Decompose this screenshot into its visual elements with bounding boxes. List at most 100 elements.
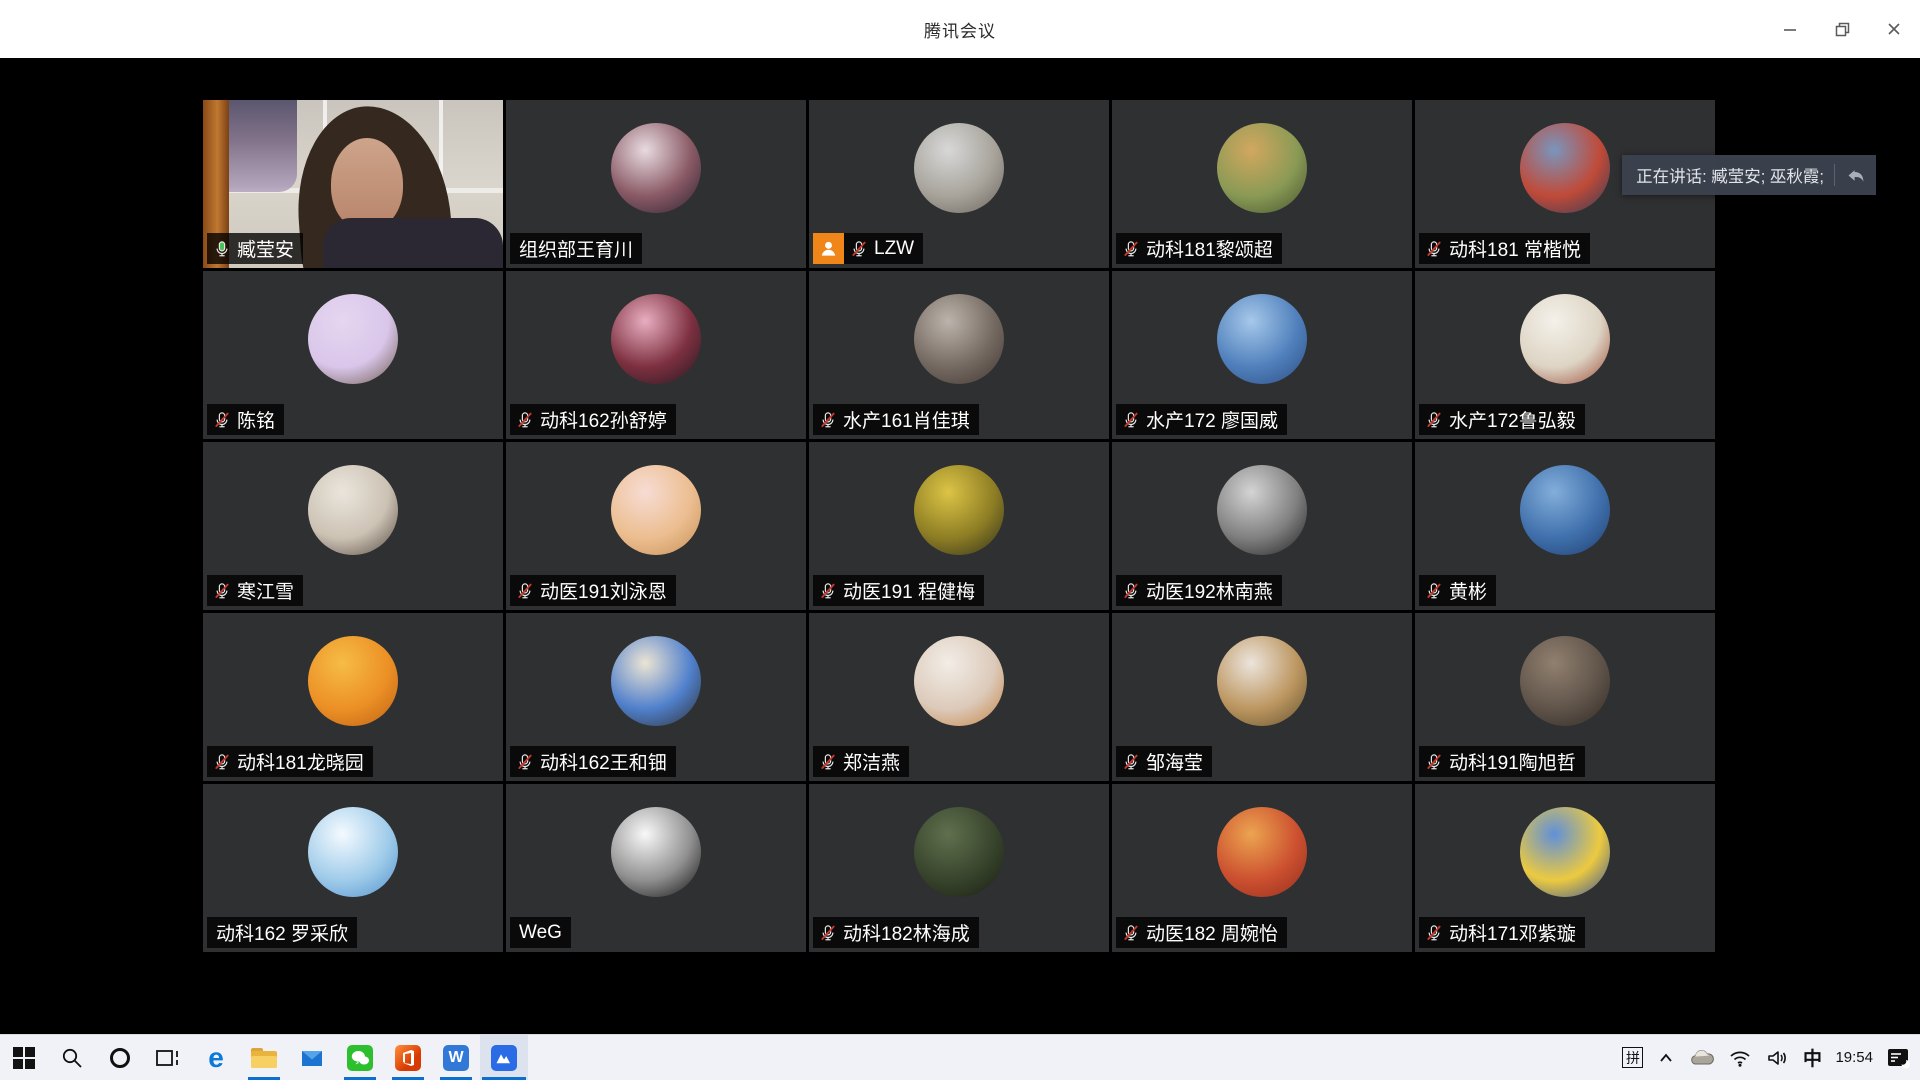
window-title: 腾讯会议 bbox=[924, 17, 996, 42]
mic-muted-icon bbox=[1122, 924, 1140, 942]
participant-tile[interactable]: 动科191陶旭哲 bbox=[1415, 613, 1715, 781]
participant-tile[interactable]: 水产161肖佳琪 bbox=[809, 271, 1109, 439]
search-taskbar-button[interactable] bbox=[48, 1035, 96, 1080]
participant-name: 动医182 周婉怡 bbox=[1146, 919, 1278, 946]
taskview-taskbar-button[interactable] bbox=[144, 1035, 192, 1080]
participant-tile[interactable]: 动医192林南燕 bbox=[1112, 442, 1412, 610]
mic-muted-icon bbox=[1425, 411, 1443, 429]
participant-tile[interactable]: 组织部王育川 bbox=[506, 100, 806, 268]
participant-name: 组织部王育川 bbox=[519, 235, 633, 262]
onedrive-tray-item[interactable] bbox=[1689, 1035, 1715, 1080]
wechat-taskbar-button[interactable] bbox=[336, 1035, 384, 1080]
participant-tile[interactable]: 动医191 程健梅 bbox=[809, 442, 1109, 610]
participant-avatar bbox=[1520, 294, 1610, 384]
office-taskbar-button[interactable] bbox=[384, 1035, 432, 1080]
close-icon bbox=[1887, 22, 1901, 36]
file-explorer-icon bbox=[251, 1048, 277, 1068]
participant-tile-video[interactable]: 臧莹安 bbox=[203, 100, 503, 268]
participant-avatar bbox=[1520, 465, 1610, 555]
mic-muted-icon bbox=[516, 411, 534, 429]
participant-label: 动科181 常楷悦 bbox=[1419, 233, 1590, 264]
participant-name: 动科171邓紫璇 bbox=[1449, 919, 1576, 946]
clock-tray-item[interactable]: 19:54 bbox=[1835, 1035, 1873, 1080]
edge-taskbar-button[interactable]: e bbox=[192, 1035, 240, 1080]
participant-tile[interactable]: 黄彬 bbox=[1415, 442, 1715, 610]
participant-name: 动医191刘泳恩 bbox=[540, 577, 667, 604]
participant-tile[interactable]: 动科162 罗采欣 bbox=[203, 784, 503, 952]
participant-avatar bbox=[308, 636, 398, 726]
participant-tile[interactable]: 邹海莹 bbox=[1112, 613, 1412, 781]
mic-muted-icon bbox=[819, 753, 837, 771]
participant-label: WeG bbox=[510, 917, 571, 948]
participant-tile[interactable]: 水产172鲁弘毅 bbox=[1415, 271, 1715, 439]
participant-tile[interactable]: 动科181黎颂超 bbox=[1112, 100, 1412, 268]
participant-tile[interactable]: 寒江雪 bbox=[203, 442, 503, 610]
mail-taskbar-button[interactable] bbox=[288, 1035, 336, 1080]
participant-avatar bbox=[611, 807, 701, 897]
mic-muted-icon bbox=[1425, 582, 1443, 600]
close-button[interactable] bbox=[1868, 0, 1920, 58]
participant-avatar bbox=[611, 636, 701, 726]
participant-tile[interactable]: 郑洁燕 bbox=[809, 613, 1109, 781]
participant-tile[interactable]: 动科171邓紫璇 bbox=[1415, 784, 1715, 952]
mic-muted-icon bbox=[1122, 753, 1140, 771]
minimize-button[interactable] bbox=[1764, 0, 1816, 58]
participant-name: 黄彬 bbox=[1449, 577, 1487, 604]
participant-tile[interactable]: 陈铭 bbox=[203, 271, 503, 439]
mic-muted-icon bbox=[1122, 240, 1140, 258]
participant-label: 寒江雪 bbox=[207, 575, 303, 606]
participant-tile[interactable]: 动科162孙舒婷 bbox=[506, 271, 806, 439]
participant-label: 动科162孙舒婷 bbox=[510, 404, 676, 435]
participant-name: 陈铭 bbox=[237, 406, 275, 433]
participant-tile[interactable]: 动科181龙晓园 bbox=[203, 613, 503, 781]
participant-label: 水产172 廖国威 bbox=[1116, 404, 1287, 435]
volume-tray-item[interactable] bbox=[1765, 1035, 1789, 1080]
action-center-tray-item[interactable] bbox=[1886, 1035, 1910, 1080]
participant-name: 水产161肖佳琪 bbox=[843, 406, 970, 433]
participant-label: 陈铭 bbox=[207, 404, 284, 435]
participant-tile[interactable]: 水产172 廖国威 bbox=[1112, 271, 1412, 439]
participant-name: 动医191 程健梅 bbox=[843, 577, 975, 604]
ime-pinyin-tray-item[interactable]: 拼 bbox=[1622, 1035, 1643, 1080]
restore-button[interactable] bbox=[1816, 0, 1868, 58]
mic-muted-icon bbox=[819, 411, 837, 429]
wifi-tray-item[interactable] bbox=[1728, 1035, 1752, 1080]
participant-label: 水产161肖佳琪 bbox=[813, 404, 979, 435]
participant-avatar bbox=[308, 465, 398, 555]
meeting-taskbar-button[interactable] bbox=[480, 1035, 528, 1080]
participant-label: 动医182 周婉怡 bbox=[1116, 917, 1287, 948]
speaking-toast-text: 正在讲话: 臧莹安; 巫秋霞; bbox=[1636, 163, 1824, 187]
reply-arrow-icon[interactable] bbox=[1845, 165, 1866, 186]
participant-tile[interactable]: LZW bbox=[809, 100, 1109, 268]
participant-label: 水产172鲁弘毅 bbox=[1419, 404, 1585, 435]
ime-pinyin-icon: 拼 bbox=[1622, 1047, 1643, 1068]
participant-tile[interactable]: WeG bbox=[506, 784, 806, 952]
explorer-taskbar-button[interactable] bbox=[240, 1035, 288, 1080]
participant-label: 动科181龙晓园 bbox=[207, 746, 373, 777]
start-taskbar-button[interactable] bbox=[0, 1035, 48, 1080]
participant-tile[interactable]: 动科162王和钿 bbox=[506, 613, 806, 781]
participant-avatar bbox=[914, 636, 1004, 726]
speaking-toast: 正在讲话: 臧莹安; 巫秋霞; bbox=[1622, 155, 1876, 195]
participant-label: LZW bbox=[813, 233, 923, 264]
wps-taskbar-button[interactable]: W bbox=[432, 1035, 480, 1080]
tray-chevron-tray-item[interactable] bbox=[1656, 1035, 1676, 1080]
meeting-stage: 臧莹安组织部王育川 LZW 动科181黎颂超动科181 常楷悦陈铭 动科162孙舒婷 水… bbox=[0, 58, 1920, 1034]
participant-avatar bbox=[308, 294, 398, 384]
wps-icon: W bbox=[443, 1045, 469, 1071]
participant-tile[interactable]: 动医191刘泳恩 bbox=[506, 442, 806, 610]
participant-label: 动科162王和钿 bbox=[510, 746, 676, 777]
participant-name: 动医192林南燕 bbox=[1146, 577, 1273, 604]
participant-name: 动科182林海成 bbox=[843, 919, 970, 946]
hidden-icons-chevron-icon bbox=[1657, 1049, 1675, 1067]
taskbar-spacer bbox=[528, 1035, 1622, 1080]
participant-avatar bbox=[1217, 465, 1307, 555]
participant-tile[interactable]: 动科182林海成 bbox=[809, 784, 1109, 952]
cortana-taskbar-button[interactable] bbox=[96, 1035, 144, 1080]
participant-tile[interactable]: 动医182 周婉怡 bbox=[1112, 784, 1412, 952]
participant-name: 水产172 廖国威 bbox=[1146, 406, 1278, 433]
ime-lang-tray-item[interactable]: 中 bbox=[1802, 1035, 1822, 1080]
tencent-meeting-window: 腾讯会议 臧莹安组织部王育川LZW动科181黎颂超动科181 常楷悦陈铭动科16… bbox=[0, 0, 1920, 1080]
taskbar-apps: eW bbox=[0, 1035, 528, 1080]
participant-avatar bbox=[1520, 807, 1610, 897]
